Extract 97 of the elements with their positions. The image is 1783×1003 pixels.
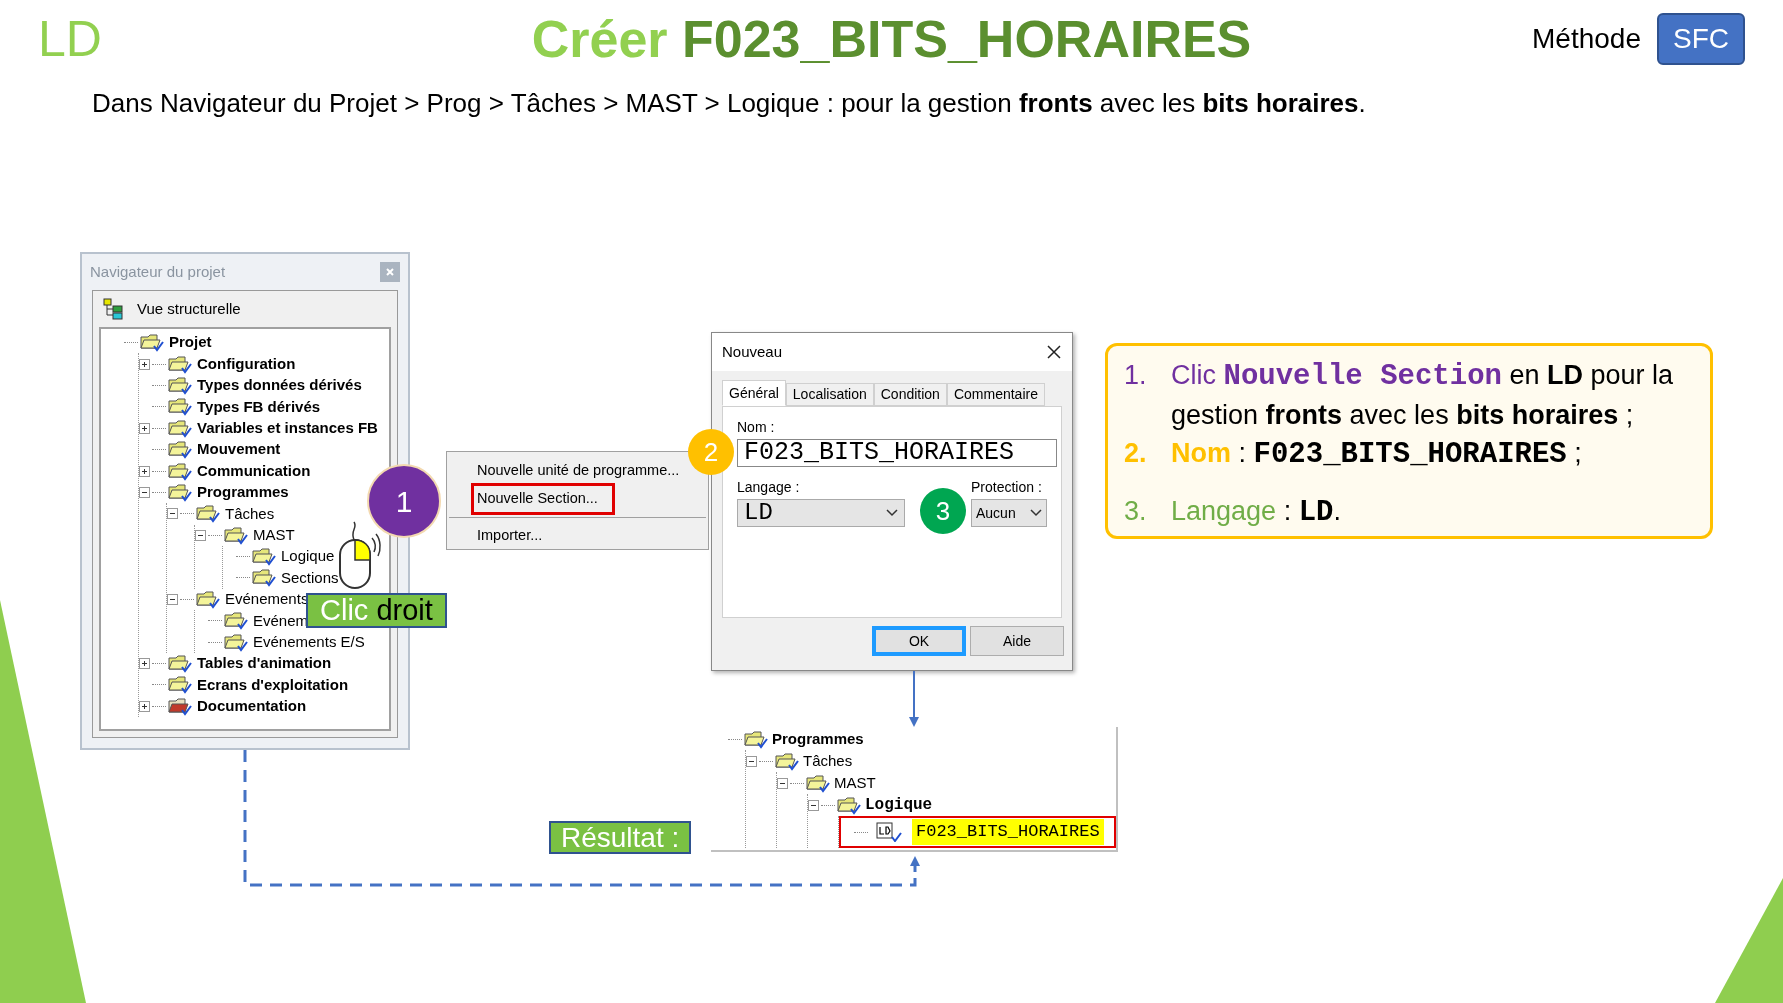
tree-item[interactable]: Communication <box>197 459 311 483</box>
down-arrow <box>908 671 920 727</box>
slide-title: Créer F023_BITS_HORAIRES <box>531 9 1252 70</box>
instruction-text: Langage : LD. <box>1171 495 1341 531</box>
instruction-text: Nom : F023_BITS_HORAIRES ; <box>1171 437 1582 473</box>
dialog-button[interactable]: Aide <box>970 626 1064 656</box>
tree-item[interactable]: Sections <box>281 566 339 590</box>
folder-icon <box>168 440 192 460</box>
collapse-icon[interactable] <box>808 799 819 811</box>
ld-section-icon <box>876 822 902 842</box>
window-title: Navigateur du projet <box>90 261 226 282</box>
collapse-icon[interactable] <box>195 529 206 541</box>
tree-item[interactable]: Programmes <box>197 481 289 504</box>
tree-item[interactable]: Evénements E/S <box>253 630 365 654</box>
menu-item[interactable]: Importer... <box>471 520 549 552</box>
protection-dropdown[interactable]: Aucun <box>971 499 1047 527</box>
tree-item[interactable]: Tâches <box>803 749 853 773</box>
folder-icon <box>744 729 768 749</box>
expand-icon[interactable] <box>139 422 150 434</box>
corner-label: LD <box>38 9 103 69</box>
tree-item[interactable]: Logique <box>281 545 335 568</box>
menu-item[interactable]: Nouvelle Section... <box>471 483 615 515</box>
dialog-title: Nouveau <box>722 341 783 362</box>
tree-item[interactable]: Projet <box>169 331 212 354</box>
field-label: Nom : <box>737 419 775 435</box>
close-icon[interactable] <box>1046 344 1062 360</box>
folder-icon <box>252 568 276 588</box>
folder-icon <box>168 375 192 395</box>
folder-icon <box>224 632 248 652</box>
dialog-tab[interactable]: Général <box>722 380 786 406</box>
step-number: 3. <box>1124 495 1148 528</box>
folder-icon <box>168 461 192 481</box>
folder-icon <box>196 504 220 524</box>
tree-item[interactable]: Evénements <box>225 588 309 611</box>
folder-icon <box>168 654 192 674</box>
name-field[interactable]: F023_BITS_HORAIRES <box>737 439 1057 467</box>
folder-icon <box>837 795 861 815</box>
folder-icon <box>252 547 276 567</box>
expand-icon[interactable] <box>139 465 150 477</box>
instruction-text: Clic Nouvelle Section en LD pour la gestion fronts avec les bits horaires ; <box>1171 359 1675 432</box>
field-label: Protection : <box>971 479 1042 495</box>
expand-icon[interactable] <box>139 700 150 712</box>
dialog-tab[interactable]: Condition <box>873 383 947 406</box>
method-label: Méthode <box>1532 22 1641 56</box>
folder-icon <box>224 525 248 545</box>
tree-item[interactable]: Configuration <box>197 352 296 376</box>
tree-item[interactable]: MAST <box>253 523 295 547</box>
tree-item[interactable]: Evénem <box>253 609 309 633</box>
collapse-icon[interactable] <box>167 508 178 520</box>
collapse-icon[interactable] <box>746 755 757 767</box>
expand-icon[interactable] <box>139 658 150 670</box>
slide-subtitle: Dans Navigateur du Projet > Prog > Tâches > MAST > Logique : pour la gestion fronts avec les bits horaires. <box>92 87 1367 120</box>
step-badge: 1 <box>367 464 441 538</box>
expand-icon[interactable] <box>139 358 150 370</box>
dialog-button[interactable]: OK <box>872 626 966 656</box>
tree-item[interactable]: Types données dérivés <box>197 374 362 397</box>
tree-item[interactable]: Logique <box>865 793 933 817</box>
folder-icon <box>168 354 192 374</box>
tree-item[interactable]: Mouvement <box>197 438 281 461</box>
tree-item[interactable]: MAST <box>834 771 876 795</box>
field-label: Langage : <box>737 479 800 495</box>
folder-icon <box>224 611 248 631</box>
tree-item[interactable]: Variables et instances FB <box>197 417 378 440</box>
tree-item[interactable]: Tâches <box>225 502 275 526</box>
collapse-icon[interactable] <box>777 777 788 789</box>
close-icon <box>385 267 395 277</box>
right-click-label: Clic droit <box>306 593 447 628</box>
step-number: 1. <box>1124 359 1148 392</box>
folder-icon <box>168 482 192 502</box>
structure-view-icon <box>103 298 125 320</box>
documentation-icon <box>168 696 192 716</box>
collapse-icon[interactable] <box>139 486 150 498</box>
up-arrow <box>909 856 921 872</box>
step-number: 2. <box>1124 437 1148 470</box>
folder-icon <box>775 751 799 771</box>
collapse-icon[interactable] <box>167 593 178 605</box>
folder-icon <box>140 333 164 353</box>
dialog-tab[interactable]: Localisation <box>785 383 874 406</box>
dialog-tab[interactable]: Commentaire <box>946 383 1045 406</box>
view-label[interactable]: Vue structurelle <box>137 297 241 321</box>
folder-icon <box>168 418 192 438</box>
sfc-button[interactable]: SFC <box>1657 13 1745 65</box>
chevron-icon <box>1030 509 1042 517</box>
tree-item[interactable]: Types FB dérivés <box>197 395 321 419</box>
folder-icon <box>806 773 830 793</box>
section-name[interactable]: F023_BITS_HORAIRES <box>912 819 1104 845</box>
tree-item[interactable]: Programmes <box>772 727 864 751</box>
language-dropdown[interactable]: LD <box>737 499 905 527</box>
folder-icon <box>168 397 192 417</box>
chevron-icon <box>886 509 898 517</box>
tree-item[interactable]: Ecrans d'exploitation <box>197 673 349 697</box>
result-label: Résultat : <box>549 821 692 854</box>
folder-icon <box>196 589 220 609</box>
tree-item[interactable]: Documentation <box>197 695 307 718</box>
folder-icon <box>168 675 192 695</box>
mouse-icon <box>336 520 382 592</box>
tree-item[interactable]: Tables d'animation <box>197 652 332 675</box>
